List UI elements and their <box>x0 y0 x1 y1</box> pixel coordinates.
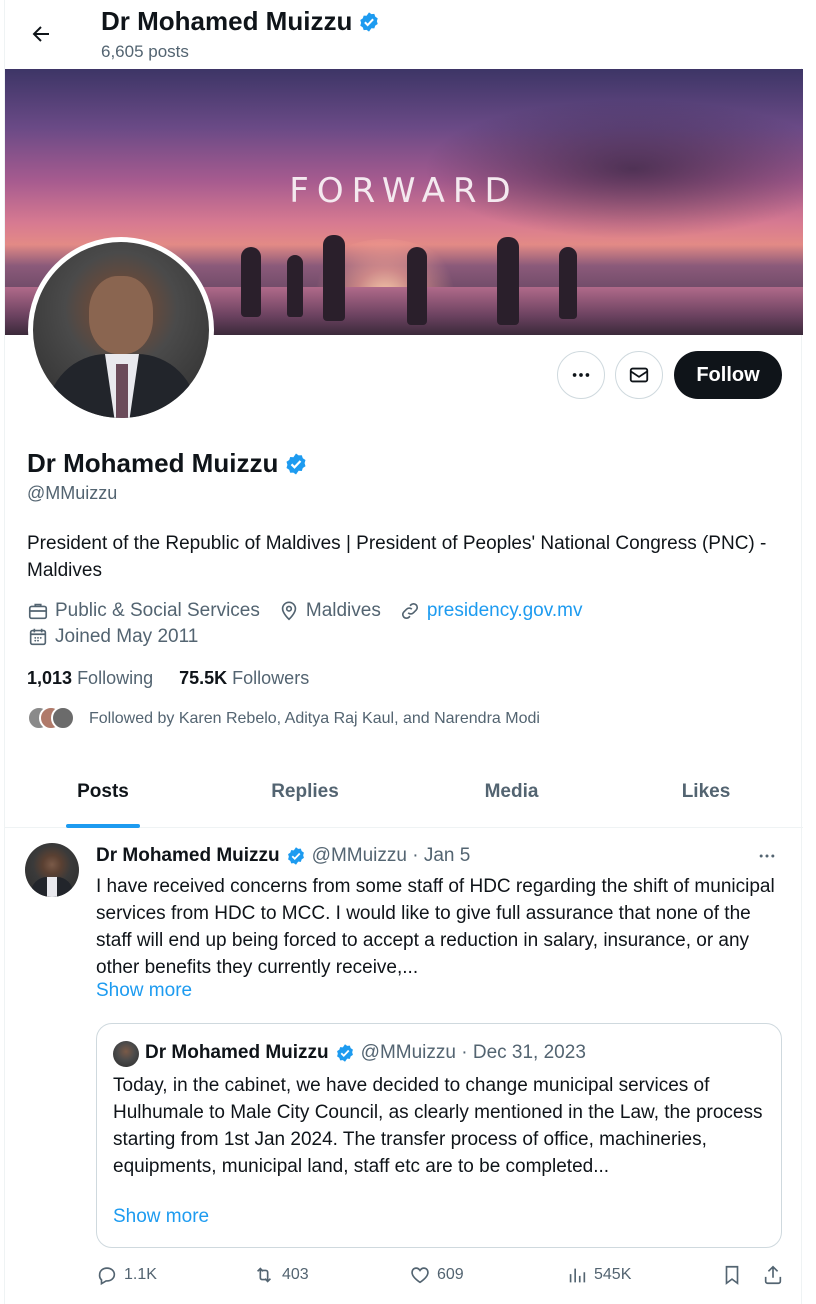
profile-category-text: Public & Social Services <box>55 600 260 621</box>
bookmark-button[interactable] <box>721 1264 743 1286</box>
bookmark-icon <box>725 1265 739 1285</box>
reply-icon <box>98 1267 116 1286</box>
avatar-shirt <box>47 877 57 897</box>
profile-category: Public & Social Services <box>27 600 260 622</box>
tab-label: Posts <box>77 781 129 802</box>
tab-label: Replies <box>271 781 339 802</box>
profile-name: Dr Mohamed Muizzu <box>27 448 279 478</box>
tweet-more-button[interactable] <box>757 846 777 866</box>
profile-website-link[interactable]: presidency.gov.mv <box>427 600 583 622</box>
message-button[interactable] <box>615 351 663 399</box>
profile-name-row: Dr Mohamed Muizzu <box>27 448 308 479</box>
following-count: 1,013 <box>27 668 73 688</box>
tweet-avatar[interactable] <box>25 843 79 897</box>
location-pin-icon <box>281 601 297 621</box>
more-icon <box>759 854 775 858</box>
quoted-handle-date: @MMuizzu · Dec 31, 2023 <box>360 1042 586 1063</box>
header-post-count: 6,605 posts <box>101 42 189 61</box>
tab-likes[interactable]: Likes <box>614 756 798 828</box>
top-bar: Dr Mohamed Muizzu 6,605 posts <box>5 0 803 68</box>
followers-label: Followers <box>232 668 310 688</box>
profile-avatar[interactable] <box>28 237 214 423</box>
message-icon <box>629 367 649 383</box>
quoted-show-more[interactable]: Show more <box>113 1206 209 1228</box>
tweet-text: I have received concerns from some staff… <box>96 876 775 978</box>
quoted-tweet-text: Today, in the cabinet, we have decided t… <box>113 1075 763 1177</box>
quoted-tweet-header: Dr Mohamed Muizzu @MMuizzu · Dec 31, 202… <box>145 1042 586 1064</box>
share-icon <box>764 1265 782 1285</box>
quoted-author-name: Dr Mohamed Muizzu <box>145 1042 329 1063</box>
followed-by[interactable]: Followed by Karen Rebelo, Aditya Raj Kau… <box>27 706 540 732</box>
share-button[interactable] <box>762 1264 784 1286</box>
verified-badge-icon <box>336 1044 353 1062</box>
followers-you-know-avatars <box>27 706 77 732</box>
views-count: 545K <box>594 1266 632 1283</box>
views-icon <box>569 1268 586 1283</box>
avatar-tie <box>116 364 128 418</box>
header-title: Dr Mohamed Muizzu <box>101 6 380 37</box>
banner-figure <box>497 237 519 325</box>
banner-text: FORWARD <box>289 171 519 211</box>
profile-tabs: Posts Replies Media Likes <box>5 756 803 828</box>
banner-figure <box>323 235 345 321</box>
profile-column: Dr Mohamed Muizzu 6,605 posts FORWARD Fo… <box>4 0 803 1304</box>
verified-badge-icon <box>286 453 306 474</box>
banner-clouds <box>423 99 803 239</box>
views-button[interactable]: 545K <box>566 1264 631 1286</box>
tab-media[interactable]: Media <box>409 756 614 828</box>
repost-icon <box>256 1267 272 1283</box>
follow-button[interactable]: Follow <box>674 351 782 399</box>
profile-handle: @MMuizzu <box>27 483 118 503</box>
profile-website[interactable]: presidency.gov.mv <box>399 600 583 622</box>
avatar-face <box>89 276 153 354</box>
more-options-button[interactable] <box>557 351 605 399</box>
link-icon <box>401 602 418 620</box>
tweet-actions: 1.1K 403 609 545K <box>96 1264 796 1292</box>
header-name: Dr Mohamed Muizzu <box>101 6 353 36</box>
followers-count: 75.5K <box>179 668 228 688</box>
banner-figure <box>241 247 261 317</box>
tab-replies[interactable]: Replies <box>201 756 409 828</box>
profile-location: Maldives <box>278 600 381 622</box>
banner-figure <box>407 247 427 325</box>
profile-joined: Joined May 2011 <box>27 626 198 648</box>
repost-count: 403 <box>282 1266 309 1283</box>
repost-button[interactable]: 403 <box>252 1264 309 1286</box>
tab-posts[interactable]: Posts <box>5 756 201 828</box>
following-label: Following <box>77 668 154 688</box>
briefcase-icon <box>28 603 48 620</box>
tab-label: Media <box>484 781 539 802</box>
profile-joined-text: Joined May 2011 <box>55 626 199 647</box>
calendar-icon <box>29 628 47 646</box>
tab-label: Likes <box>681 781 731 802</box>
profile-location-text: Maldives <box>305 600 381 621</box>
tweet-header: Dr Mohamed Muizzu @MMuizzu · Jan 5 <box>96 845 470 867</box>
banner-figure <box>559 247 577 319</box>
like-count: 609 <box>437 1266 464 1283</box>
reply-count: 1.1K <box>124 1266 157 1283</box>
reply-button[interactable]: 1.1K <box>96 1264 157 1286</box>
like-button[interactable]: 609 <box>409 1264 464 1286</box>
tweet-author-name[interactable]: Dr Mohamed Muizzu <box>96 845 280 867</box>
tweet-show-more[interactable]: Show more <box>96 980 192 1002</box>
like-icon <box>411 1267 429 1284</box>
quoted-tweet[interactable]: Dr Mohamed Muizzu @MMuizzu · Dec 31, 202… <box>96 1023 782 1248</box>
avatar <box>51 706 75 730</box>
profile-bio: President of the Republic of Maldives | … <box>27 533 767 581</box>
follow-stats: 1,013 Following 75.5K Followers <box>27 668 309 689</box>
verified-badge-icon <box>287 847 304 865</box>
profile-joined-row: Joined May 2011 <box>27 626 216 648</box>
followed-by-text: Followed by Karen Rebelo, Aditya Raj Kau… <box>89 710 540 727</box>
quoted-tweet-avatar <box>113 1041 139 1067</box>
more-icon <box>572 373 590 377</box>
verified-badge-icon <box>360 11 379 32</box>
followers-link[interactable]: 75.5K Followers <box>179 668 309 689</box>
following-link[interactable]: 1,013 Following <box>27 668 153 689</box>
banner-figure <box>287 255 303 317</box>
back-button[interactable] <box>21 14 61 54</box>
profile-meta-row: Public & Social Services Maldives presid… <box>27 600 600 622</box>
tweet-handle-date[interactable]: @MMuizzu · Jan 5 <box>312 845 471 867</box>
back-arrow-icon <box>32 26 49 42</box>
active-tab-indicator <box>66 824 140 828</box>
